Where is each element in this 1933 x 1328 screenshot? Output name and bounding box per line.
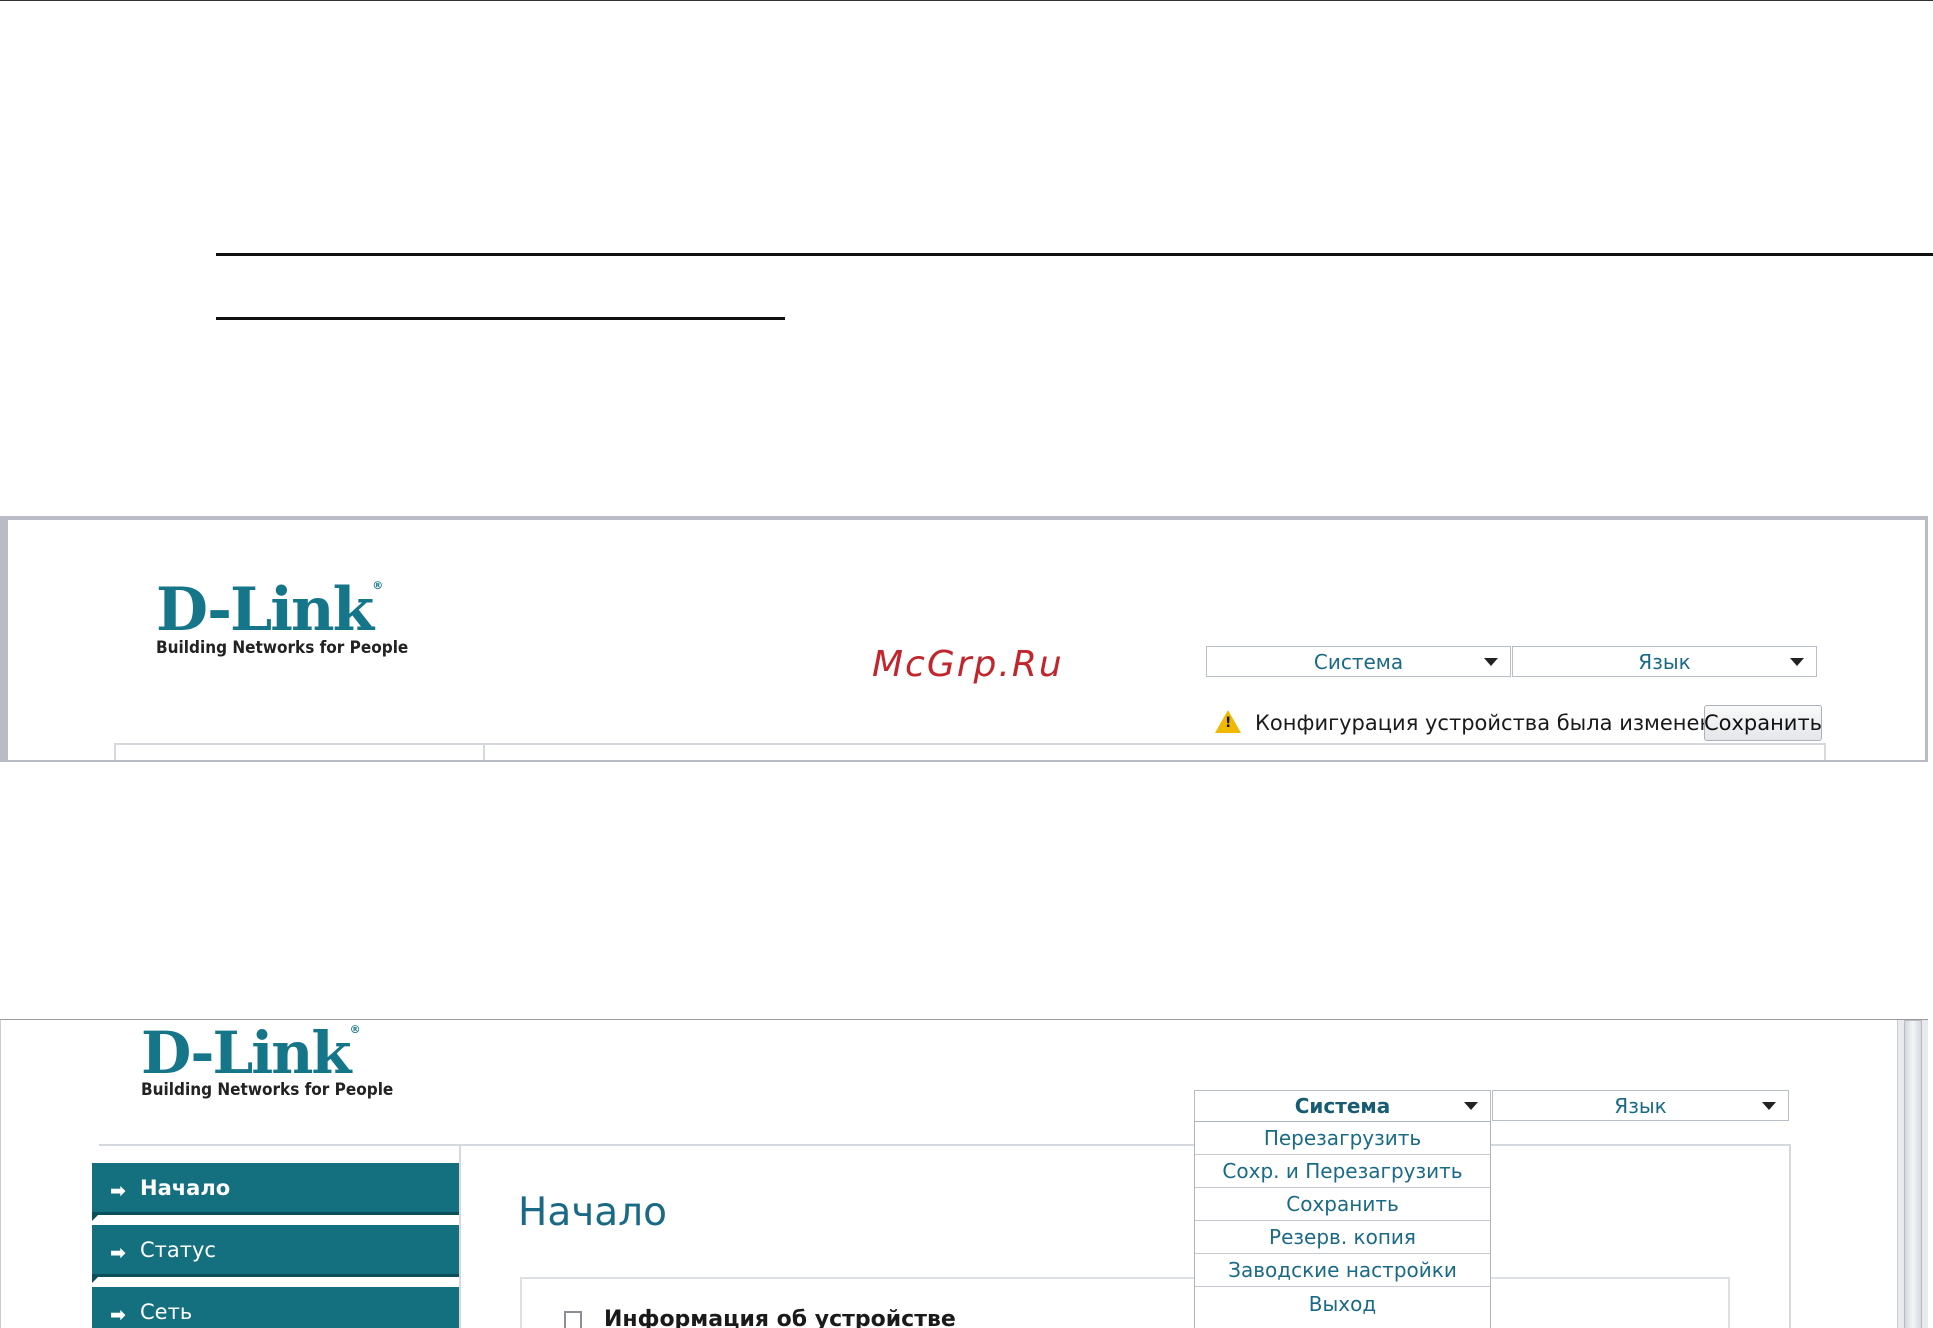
sidebar-item-label: Начало (140, 1175, 231, 1200)
document-icon (564, 1311, 582, 1328)
system-dropdown-label: Система (1294, 1094, 1391, 1118)
logo-registered-mark: ® (372, 579, 383, 592)
scrollbar-thumb[interactable] (1904, 1020, 1922, 1328)
system-dropdown-label: Система (1313, 649, 1404, 674)
device-info-panel: Информация об устройстве (520, 1277, 1730, 1328)
document-text-line (216, 253, 1933, 256)
config-changed-notice: Конфигурация устройства была изменена (1255, 711, 1727, 735)
section-title: Информация об устройстве (604, 1307, 956, 1328)
logo-tagline: Building Networks for People (156, 638, 409, 658)
sidebar-top-border (99, 1144, 459, 1146)
chevron-down-icon (1762, 1102, 1776, 1110)
content-right-border (1789, 1144, 1791, 1328)
language-dropdown-label: Язык (1614, 1093, 1667, 1118)
scrollbar[interactable] (1897, 1020, 1928, 1328)
language-dropdown[interactable]: Язык (1512, 646, 1817, 677)
system-dropdown[interactable]: Система (1206, 646, 1511, 677)
chevron-down-icon (1790, 658, 1804, 666)
chevron-down-icon (1484, 658, 1498, 666)
arrow-right-icon: ➡ (110, 1242, 126, 1264)
logo-registered-mark: ® (349, 1023, 361, 1036)
menu-item-save[interactable]: Сохранить (1195, 1188, 1490, 1221)
arrow-right-icon: ➡ (110, 1180, 126, 1202)
watermark-text: McGrp.Ru (872, 644, 1064, 685)
menu-item-save-and-reboot[interactable]: Сохр. и Перезагрузить (1195, 1155, 1490, 1188)
warning-icon-symbol: ! (1225, 715, 1232, 731)
warning-icon: ! (1215, 710, 1241, 733)
menu-item-reboot[interactable]: Перезагрузить (1195, 1122, 1490, 1155)
dlink-logo: D-Link® Building Networks for People (141, 1024, 393, 1100)
content-divider (459, 1144, 461, 1328)
sidebar-item-label: Сеть (140, 1299, 193, 1324)
sidebar-item-home[interactable]: ➡ Начало (92, 1163, 459, 1221)
logo-tagline: Building Networks for People (141, 1080, 394, 1100)
screenshot-config-changed: D-Link® Building Networks for People McG… (0, 516, 1928, 762)
content-top-border (114, 743, 1826, 745)
page-title: Начало (518, 1190, 667, 1235)
dlink-logo: D-Link® Building Networks for People (156, 580, 408, 658)
chevron-down-icon (1464, 1102, 1478, 1110)
arrow-right-icon: ➡ (110, 1304, 126, 1326)
document-text-line (216, 317, 785, 320)
save-button[interactable]: Сохранить (1704, 705, 1822, 741)
menu-item-backup[interactable]: Резерв. копия (1195, 1221, 1490, 1254)
menu-item-factory-reset[interactable]: Заводские настройки (1195, 1254, 1490, 1287)
sidebar-item-network[interactable]: ➡ Сеть (92, 1287, 459, 1328)
page-top-rule (0, 0, 1933, 1)
system-menu: Перезагрузить Сохр. и Перезагрузить Сохр… (1194, 1121, 1491, 1328)
content-right-border (1824, 743, 1826, 760)
content-top-border (459, 1144, 1791, 1146)
content-divider (483, 743, 485, 760)
content-left-border (114, 743, 116, 760)
system-dropdown[interactable]: Система (1194, 1090, 1491, 1121)
logo-brand: D-Link (156, 575, 374, 645)
sidebar-item-status[interactable]: ➡ Статус (92, 1225, 459, 1283)
language-dropdown-label: Язык (1638, 649, 1691, 674)
sidebar-item-label: Статус (140, 1237, 216, 1262)
logo-brand: D-Link (141, 1019, 352, 1087)
language-dropdown[interactable]: Язык (1492, 1090, 1789, 1121)
screenshot-system-menu: D-Link® Building Networks for People ➡ Н… (0, 1019, 1928, 1328)
menu-item-logout[interactable]: Выход (1195, 1287, 1490, 1320)
